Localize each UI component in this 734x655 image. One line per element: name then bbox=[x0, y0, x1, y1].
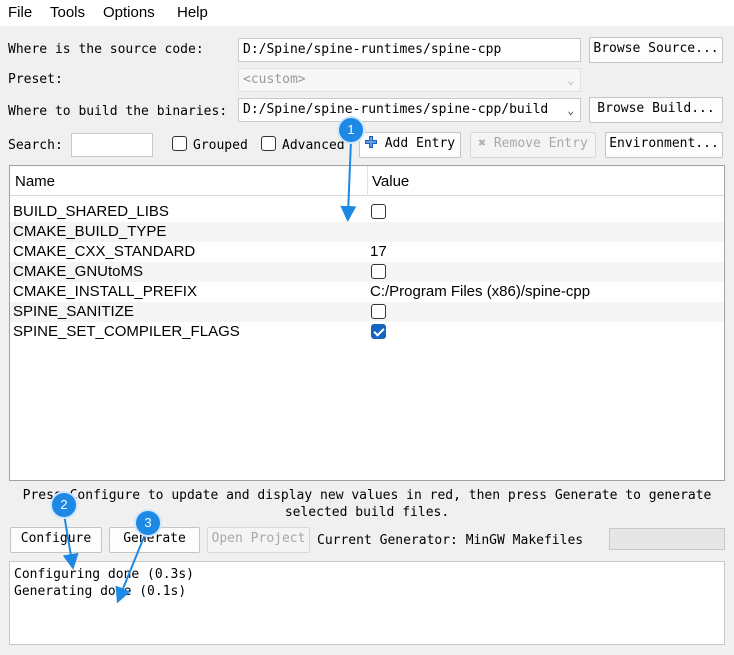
output-line-2: Generating done (0.1s) bbox=[14, 584, 187, 599]
menu-bar: File Tools Options Help bbox=[0, 0, 734, 26]
chevron-down-icon: ⌄ bbox=[567, 74, 574, 87]
value-checkbox[interactable] bbox=[371, 264, 386, 279]
preset-label: Preset: bbox=[8, 72, 63, 87]
column-header-name[interactable]: Name bbox=[15, 173, 55, 190]
column-divider bbox=[367, 166, 368, 196]
annotation-badge-1: 1 bbox=[339, 118, 363, 142]
advanced-checkbox[interactable] bbox=[261, 136, 276, 151]
configure-hint: Press Configure to update and display ne… bbox=[0, 487, 734, 521]
chevron-down-icon: ⌄ bbox=[567, 104, 574, 117]
search-input[interactable] bbox=[71, 133, 153, 157]
variable-value[interactable]: 17 bbox=[370, 243, 387, 260]
hint-line-2: selected build files. bbox=[284, 505, 450, 520]
build-path-value: D:/Spine/spine-runtimes/spine-cpp/build bbox=[243, 102, 549, 117]
build-label: Where to build the binaries: bbox=[8, 104, 228, 119]
variable-name: BUILD_SHARED_LIBS bbox=[13, 203, 169, 220]
environment-button[interactable]: Environment... bbox=[605, 132, 723, 158]
browse-source-button[interactable]: Browse Source... bbox=[589, 37, 723, 63]
advanced-label: Advanced bbox=[282, 138, 345, 153]
source-path-input[interactable]: D:/Spine/spine-runtimes/spine-cpp bbox=[238, 38, 581, 62]
preset-value: <custom> bbox=[243, 72, 306, 87]
column-header-value[interactable]: Value bbox=[372, 173, 409, 190]
output-line-1: Configuring done (0.3s) bbox=[14, 567, 195, 582]
variable-name: SPINE_SET_COMPILER_FLAGS bbox=[13, 323, 240, 340]
table-row[interactable]: CMAKE_BUILD_TYPE bbox=[10, 222, 724, 242]
remove-entry-label: Remove Entry bbox=[493, 136, 588, 151]
table-row[interactable]: SPINE_SET_COMPILER_FLAGS bbox=[10, 322, 724, 342]
configure-button[interactable]: Configure bbox=[10, 527, 102, 553]
menu-file[interactable]: File bbox=[8, 4, 32, 21]
value-checkbox[interactable] bbox=[371, 304, 386, 319]
value-checkbox[interactable] bbox=[371, 204, 386, 219]
menu-tools[interactable]: Tools bbox=[50, 4, 85, 21]
variable-name: CMAKE_BUILD_TYPE bbox=[13, 223, 167, 240]
grouped-checkbox[interactable] bbox=[172, 136, 187, 151]
menu-help[interactable]: Help bbox=[177, 4, 208, 21]
add-entry-button[interactable]: Add Entry bbox=[359, 132, 461, 158]
search-label: Search: bbox=[8, 138, 63, 153]
variable-name: CMAKE_INSTALL_PREFIX bbox=[13, 283, 197, 300]
output-log: Configuring done (0.3s) Generating done … bbox=[9, 561, 725, 645]
progress-bar bbox=[609, 528, 725, 550]
browse-build-button[interactable]: Browse Build... bbox=[589, 97, 723, 123]
variable-name: SPINE_SANITIZE bbox=[13, 303, 134, 320]
annotation-badge-2: 2 bbox=[52, 493, 76, 517]
value-checkbox[interactable] bbox=[371, 324, 386, 339]
open-project-button[interactable]: Open Project bbox=[207, 527, 310, 553]
remove-icon: ✖ bbox=[478, 136, 487, 151]
variable-name: CMAKE_CXX_STANDARD bbox=[13, 243, 196, 260]
cache-variables-table: Name Value BUILD_SHARED_LIBS CMAKE_BUILD_… bbox=[9, 165, 725, 481]
preset-select[interactable]: <custom> ⌄ bbox=[238, 68, 581, 92]
table-row[interactable]: BUILD_SHARED_LIBS bbox=[10, 202, 724, 222]
table-header: Name Value bbox=[10, 166, 724, 196]
build-path-select[interactable]: D:/Spine/spine-runtimes/spine-cpp/build … bbox=[238, 98, 581, 122]
grouped-label: Grouped bbox=[193, 138, 248, 153]
current-generator: Current Generator: MinGW Makefiles bbox=[317, 533, 584, 548]
table-row[interactable]: CMAKE_INSTALL_PREFIX C:/Program Files (x8… bbox=[10, 282, 724, 302]
table-row[interactable]: CMAKE_CXX_STANDARD 17 bbox=[10, 242, 724, 262]
plus-icon bbox=[364, 134, 377, 148]
hint-line-1: Press Configure to update and display ne… bbox=[22, 488, 712, 503]
table-row[interactable]: CMAKE_GNUtoMS bbox=[10, 262, 724, 282]
table-row[interactable]: SPINE_SANITIZE bbox=[10, 302, 724, 322]
add-entry-label: Add Entry bbox=[384, 136, 456, 151]
menu-options[interactable]: Options bbox=[103, 4, 155, 21]
variable-name: CMAKE_GNUtoMS bbox=[13, 263, 144, 280]
variable-value[interactable]: C:/Program Files (x86)/spine-cpp bbox=[370, 283, 590, 300]
remove-entry-button[interactable]: ✖ Remove Entry bbox=[470, 132, 596, 158]
source-label: Where is the source code: bbox=[8, 42, 204, 57]
annotation-badge-3: 3 bbox=[136, 511, 160, 535]
